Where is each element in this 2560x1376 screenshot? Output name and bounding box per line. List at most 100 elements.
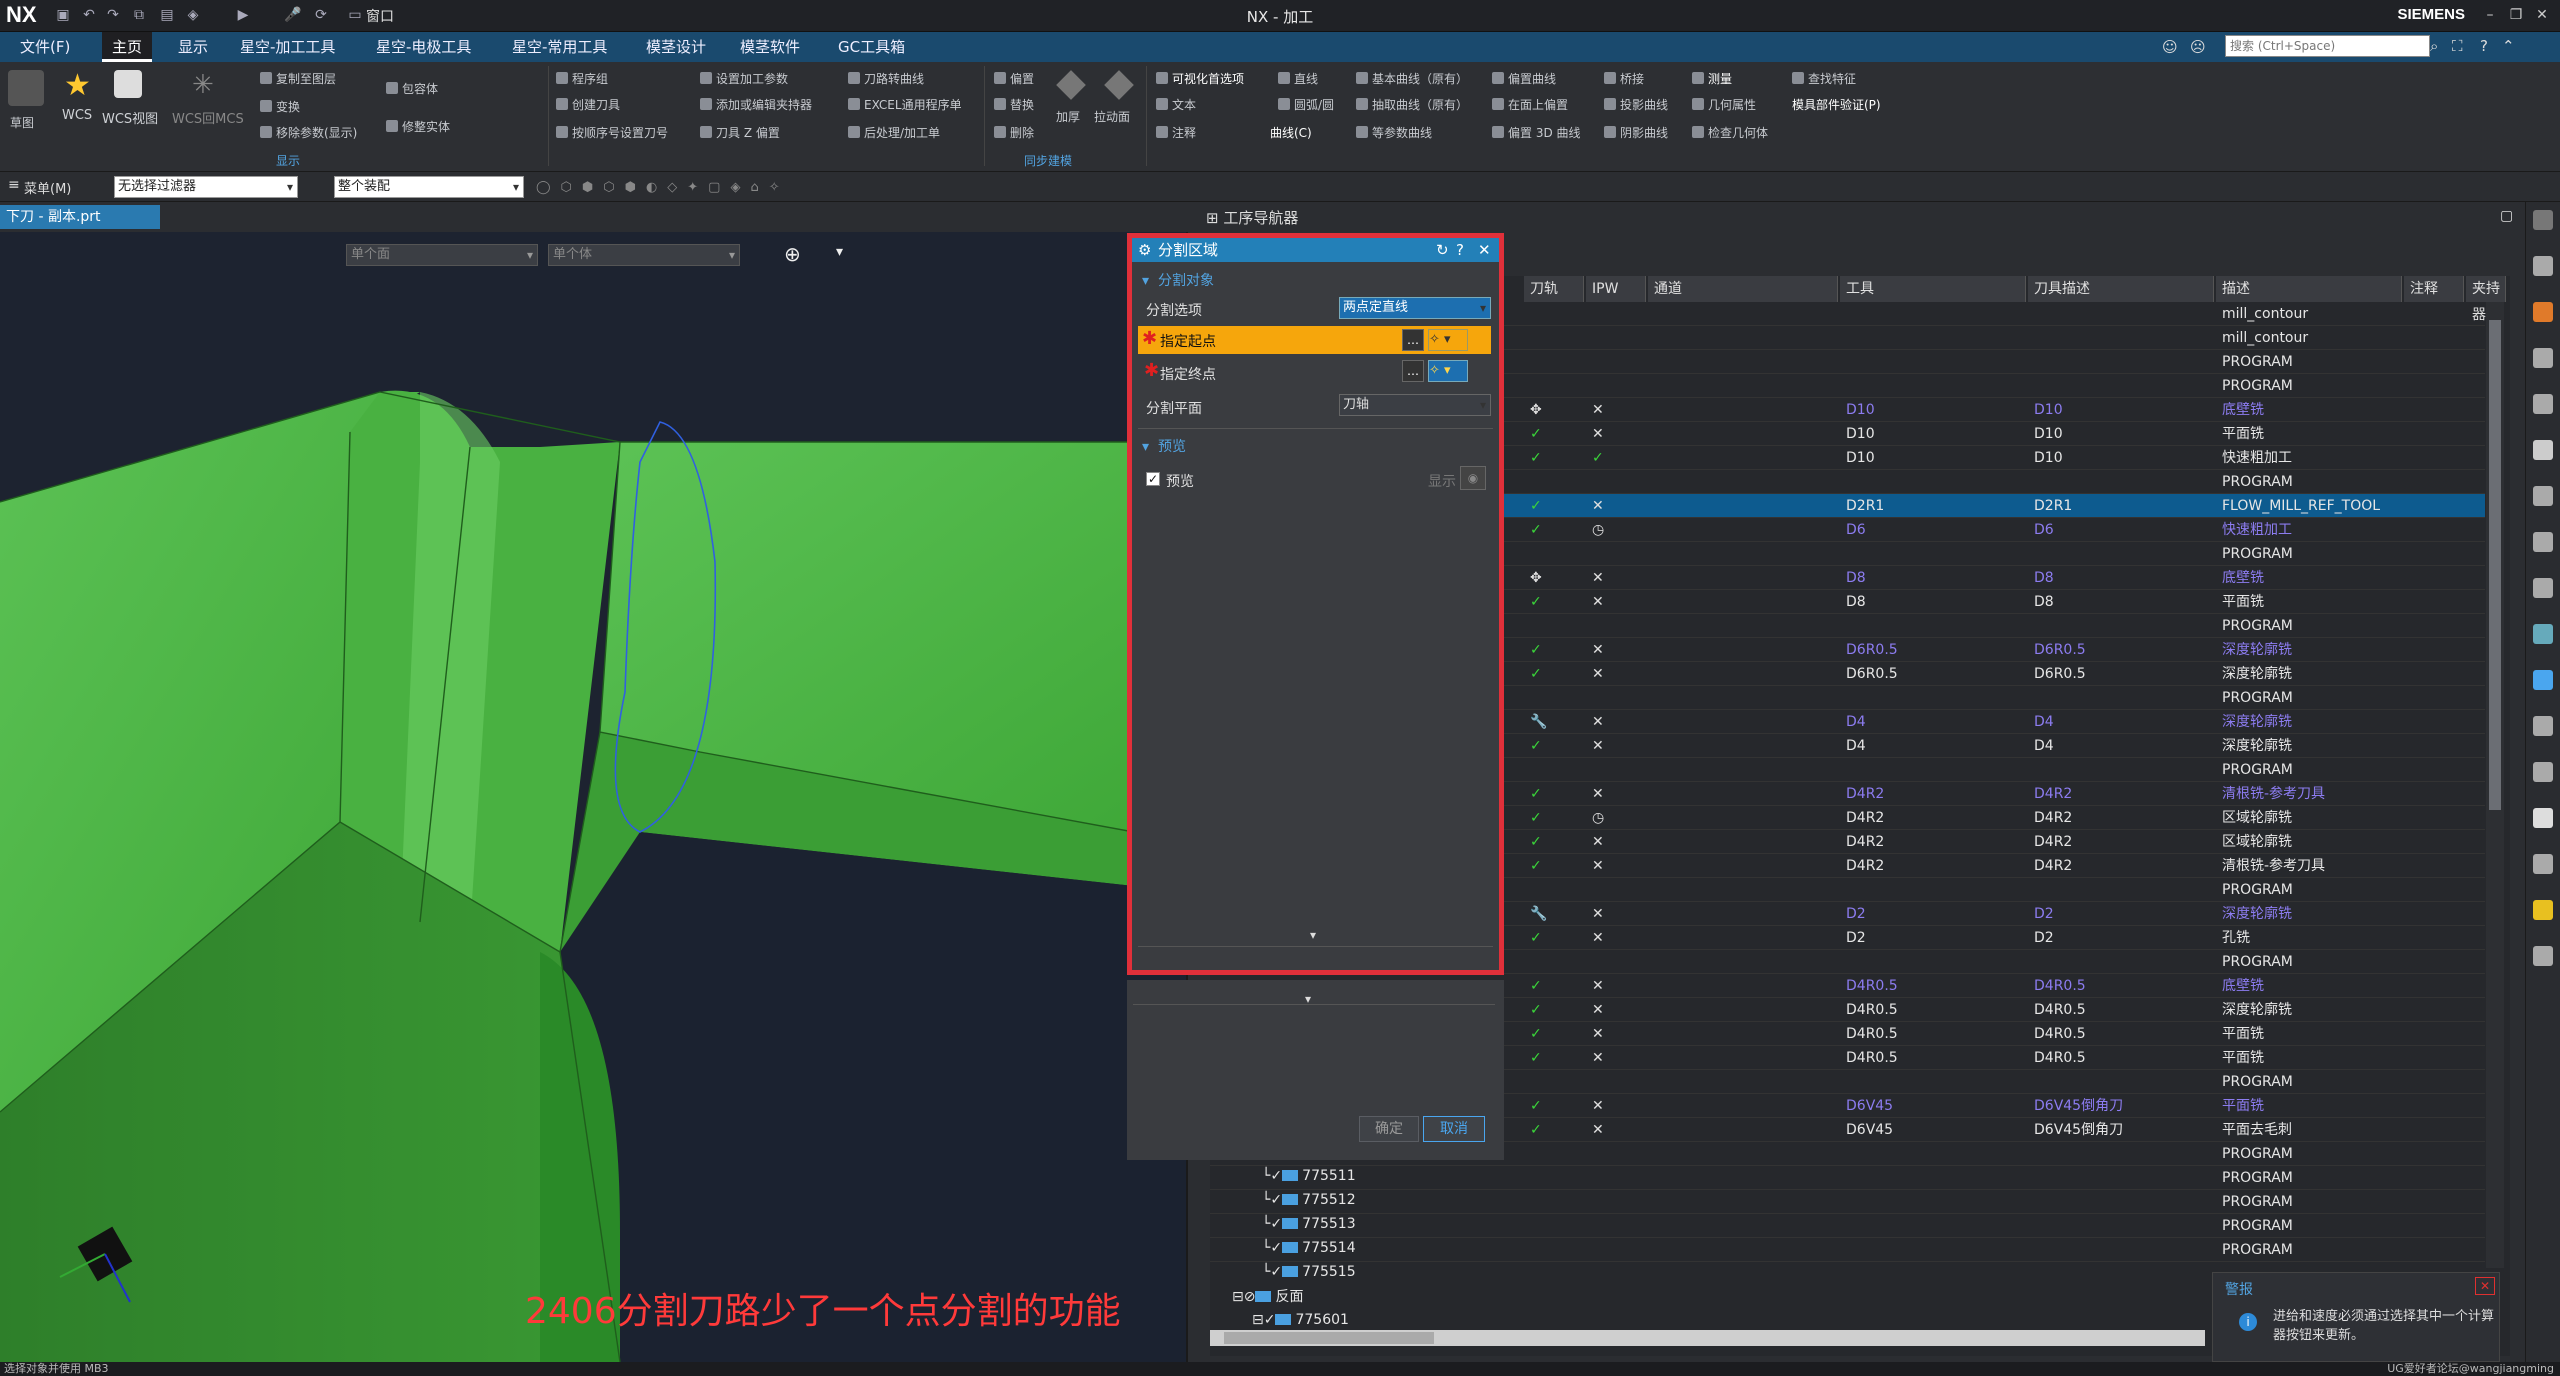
show-result-button[interactable]: ◉	[1460, 466, 1486, 490]
bounding-body-button[interactable]: 包容体	[386, 80, 438, 97]
sketch-button[interactable]: 草图	[10, 114, 34, 131]
order-tool-number-button[interactable]: 按顺序号设置刀号	[556, 124, 668, 141]
point-inference-select[interactable]: ✧ ▾	[1428, 329, 1468, 351]
assembly-navigator-icon[interactable]	[2533, 302, 2553, 322]
end-point-dialog-button[interactable]: …	[1402, 360, 1424, 382]
add-holder-button[interactable]: 添加或编辑夹持器	[700, 96, 812, 113]
table-row[interactable]: PROGRAM	[1210, 1166, 2485, 1190]
split-plane-select[interactable]: 刀轴	[1339, 394, 1491, 416]
navigator-scroll-thumb[interactable]	[2489, 320, 2501, 810]
face-rule-select[interactable]: 单个面	[346, 244, 538, 266]
file-tab[interactable]: 下刀 - 副本.prt	[0, 205, 160, 229]
reuse-library-icon[interactable]	[2533, 394, 2553, 414]
project-curve-button[interactable]: 投影曲线	[1604, 96, 1668, 113]
remove-params-button[interactable]: 移除参数(显示)	[260, 124, 357, 141]
wcs-to-mcs-button[interactable]: WCS回MCS	[172, 108, 244, 127]
column-header-tool-description[interactable]: 刀具描述	[2028, 276, 2214, 302]
toolpath-to-curve-button[interactable]: 刀路转曲线	[848, 70, 924, 87]
tool-z-offset-button[interactable]: 刀具 Z 偏置	[700, 124, 780, 141]
column-header-channel[interactable]: 通道	[1648, 276, 1838, 302]
tree-item[interactable]: └✓ 775512	[1262, 1188, 1356, 1212]
preview-checkbox[interactable]: ✓	[1146, 472, 1160, 486]
body-rule-select[interactable]: 单个体	[548, 244, 740, 266]
visual-preferences-button[interactable]: 可视化首选项	[1156, 70, 1244, 87]
column-header-tool[interactable]: 工具	[1840, 276, 2026, 302]
expand-arrow-icon[interactable]: ▾	[1310, 928, 1316, 942]
column-header-note[interactable]: 注释	[2404, 276, 2464, 302]
excel-program-list-button[interactable]: EXCEL通用程序单	[848, 96, 962, 113]
sketch-icon[interactable]	[8, 70, 44, 106]
offset-on-face-button[interactable]: 在面上偏置	[1492, 96, 1568, 113]
cancel-button[interactable]: 取消	[1423, 1116, 1485, 1142]
section-preview[interactable]: ▾ 预览	[1138, 436, 1186, 458]
navigator-hscroll-thumb[interactable]	[1224, 1332, 1434, 1344]
settings-icon[interactable]	[2533, 210, 2553, 230]
section-split-object[interactable]: ▾ 分割对象	[1138, 270, 1214, 292]
process-navigator-icon[interactable]	[2533, 716, 2553, 736]
collapse-ribbon-icon[interactable]: ⌃	[2502, 37, 2515, 55]
chevron-down-icon[interactable]: ▾	[836, 244, 843, 260]
constraint-navigator-icon[interactable]	[2533, 348, 2553, 368]
tab-display[interactable]: 显示	[168, 32, 218, 62]
hd3d-tools-icon[interactable]	[2533, 440, 2553, 460]
fixture-icon-icon[interactable]	[2533, 946, 2553, 966]
column-header-toolpath[interactable]: 刀轨	[1524, 276, 1584, 302]
end-point-inference-select[interactable]: ✧ ▾	[1428, 360, 1468, 382]
table-row[interactable]: PROGRAM	[1210, 1190, 2485, 1214]
check-geometry-button[interactable]: 检查几何体	[1692, 124, 1768, 141]
minimize-button[interactable]: –	[2478, 4, 2502, 26]
curve-menu[interactable]: 曲线(C)	[1270, 124, 1312, 141]
feedback-icon[interactable]: ☹	[2190, 38, 2206, 56]
assembly-scope-select[interactable]: 整个装配	[334, 176, 524, 198]
post-process-button[interactable]: 后处理/加工单	[848, 124, 940, 141]
machine-tool-navigator-icon[interactable]	[2533, 670, 2553, 690]
help-icon[interactable]: ?	[1456, 238, 1464, 262]
program-group-button[interactable]: 程序组	[556, 70, 608, 87]
roles-icon[interactable]	[2533, 578, 2553, 598]
graphics-viewport[interactable]: 单个面 单个体 ⊕ ▾	[0, 232, 1188, 1362]
search-icon[interactable]: ⌕	[2430, 37, 2438, 55]
tree-item[interactable]: └✓ 775511	[1262, 1164, 1356, 1188]
trim-body-button[interactable]: 修整实体	[386, 118, 450, 135]
create-tool-button[interactable]: 创建刀具	[556, 96, 620, 113]
material-icon[interactable]	[2533, 808, 2553, 828]
line-button[interactable]: 直线	[1278, 70, 1318, 87]
crosshair-icon[interactable]: ⊕	[784, 242, 801, 266]
offset-3d-curve-button[interactable]: 偏置 3D 曲线	[1492, 124, 1581, 141]
menu-button[interactable]: 菜单(M)	[24, 178, 71, 197]
find-feature-button[interactable]: 查找特征	[1792, 70, 1856, 87]
alert-close-button[interactable]: ✕	[2475, 1277, 2495, 1295]
restore-button[interactable]: ❐	[2504, 4, 2528, 26]
mold-part-verify-menu[interactable]: 模具部件验证(P)	[1792, 96, 1881, 113]
column-header-description[interactable]: 描述	[2216, 276, 2402, 302]
tree-item[interactable]: └✓ 775513	[1262, 1212, 1356, 1236]
point-dialog-button[interactable]: …	[1402, 329, 1424, 351]
command-search-input[interactable]: 搜索 (Ctrl+Space)	[2225, 35, 2430, 57]
snap-point-icons[interactable]: ◯⬡⬢⬡⬢◐◇✦▢◈⌂✧	[536, 180, 836, 195]
start-point-row[interactable]: ✱ 指定起点 … ✧ ▾	[1138, 326, 1491, 354]
offset-curve-button[interactable]: 偏置曲线	[1492, 70, 1556, 87]
transform-button[interactable]: 变换	[260, 98, 300, 115]
annotation-button[interactable]: 注释	[1156, 124, 1196, 141]
offset-face-button[interactable]: 偏置	[994, 70, 1034, 87]
clock-icon[interactable]	[2533, 762, 2553, 782]
copy-to-layer-button[interactable]: 复制至图层	[260, 70, 336, 87]
replace-face-button[interactable]: 替换	[994, 96, 1034, 113]
iso-curve-button[interactable]: 等参数曲线	[1356, 124, 1432, 141]
tab-xingkong-machining[interactable]: 星空-加工工具	[230, 32, 345, 62]
selection-filter-select[interactable]: 无选择过滤器	[114, 176, 298, 198]
table-row[interactable]: PROGRAM	[1210, 1214, 2485, 1238]
tab-mold-design[interactable]: 模茎设计	[636, 32, 716, 62]
geometry-properties-button[interactable]: 几何属性	[1692, 96, 1756, 113]
text-button[interactable]: 文本	[1156, 96, 1196, 113]
wcs-view-button[interactable]: WCS视图	[102, 108, 158, 127]
bridge-curve-button[interactable]: 桥接	[1604, 70, 1644, 87]
tab-xingkong-common[interactable]: 星空-常用工具	[502, 32, 617, 62]
tree-item[interactable]: └✓ 775515	[1262, 1260, 1356, 1284]
column-header-ipw[interactable]: IPW	[1586, 276, 1646, 302]
fullscreen-icon[interactable]: ⛶	[2452, 37, 2463, 55]
thicken-button[interactable]: 加厚	[1056, 108, 1080, 125]
file-menu[interactable]: 文件(F)	[10, 32, 80, 62]
shadow-curve-button[interactable]: 阴影曲线	[1604, 124, 1668, 141]
help-icon[interactable]: ?	[2480, 37, 2488, 55]
